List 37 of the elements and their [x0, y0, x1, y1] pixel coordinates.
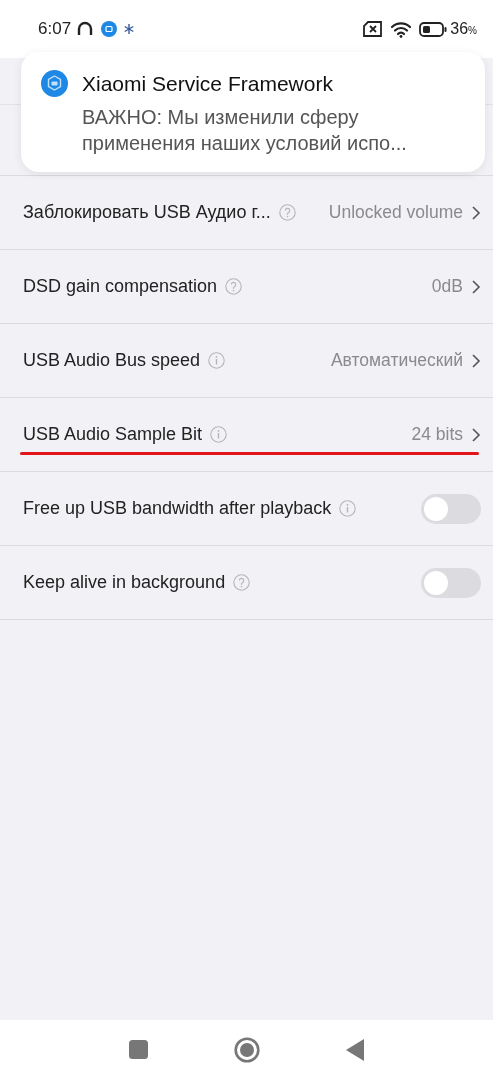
question-icon[interactable]: [225, 278, 243, 295]
setting-label: USB Audio Sample Bit: [23, 424, 203, 445]
no-sim-icon: [363, 21, 384, 37]
setting-label: Заблокировать USB Аудио г...: [23, 202, 271, 223]
notification-title: Xiaomi Service Framework: [82, 71, 333, 96]
notification-banner[interactable]: Xiaomi Service Framework ВАЖНО: Мы изменили сферу применения наших условий испо...: [21, 52, 485, 173]
battery-icon: [419, 21, 448, 37]
setting-label: Free up USB bandwidth after playback: [23, 498, 332, 519]
chevron-right-icon[interactable]: [471, 352, 481, 369]
app-icon: [41, 70, 68, 97]
setting-value[interactable]: Unlocked volume: [328, 202, 463, 223]
setting-label: USB Audio Bus speed: [23, 350, 201, 371]
headphones-icon: [76, 20, 95, 38]
chevron-right-icon[interactable]: [471, 426, 481, 443]
setting-label: DSD gain compensation: [23, 276, 218, 297]
toggle-switch[interactable]: [421, 567, 481, 598]
home-button[interactable]: [234, 1036, 260, 1063]
snowflake-icon: [124, 24, 135, 34]
info-icon[interactable]: [208, 352, 226, 369]
info-icon[interactable]: [210, 426, 228, 443]
setting-value[interactable]: 0dB: [431, 276, 463, 297]
info-icon[interactable]: [339, 500, 357, 517]
back-button[interactable]: [346, 1038, 364, 1061]
chevron-right-icon[interactable]: [471, 278, 481, 295]
status-time: 6:07: [38, 19, 72, 39]
wifi-icon: [390, 20, 413, 38]
toggle-switch[interactable]: [421, 493, 481, 524]
chevron-right-icon[interactable]: [471, 204, 481, 221]
setting-value[interactable]: Автоматический: [330, 350, 463, 371]
app-notification-icon: [101, 21, 118, 37]
recents-button[interactable]: [129, 1040, 148, 1059]
setting-label: Keep alive in background: [23, 572, 226, 593]
question-icon[interactable]: [233, 574, 251, 591]
question-icon[interactable]: [278, 204, 296, 221]
setting-value[interactable]: 24 bits: [411, 424, 463, 445]
notification-message: ВАЖНО: Мы изменили сферу применения наших условий испо...: [82, 105, 408, 156]
battery-percentage: 36%: [450, 20, 477, 38]
